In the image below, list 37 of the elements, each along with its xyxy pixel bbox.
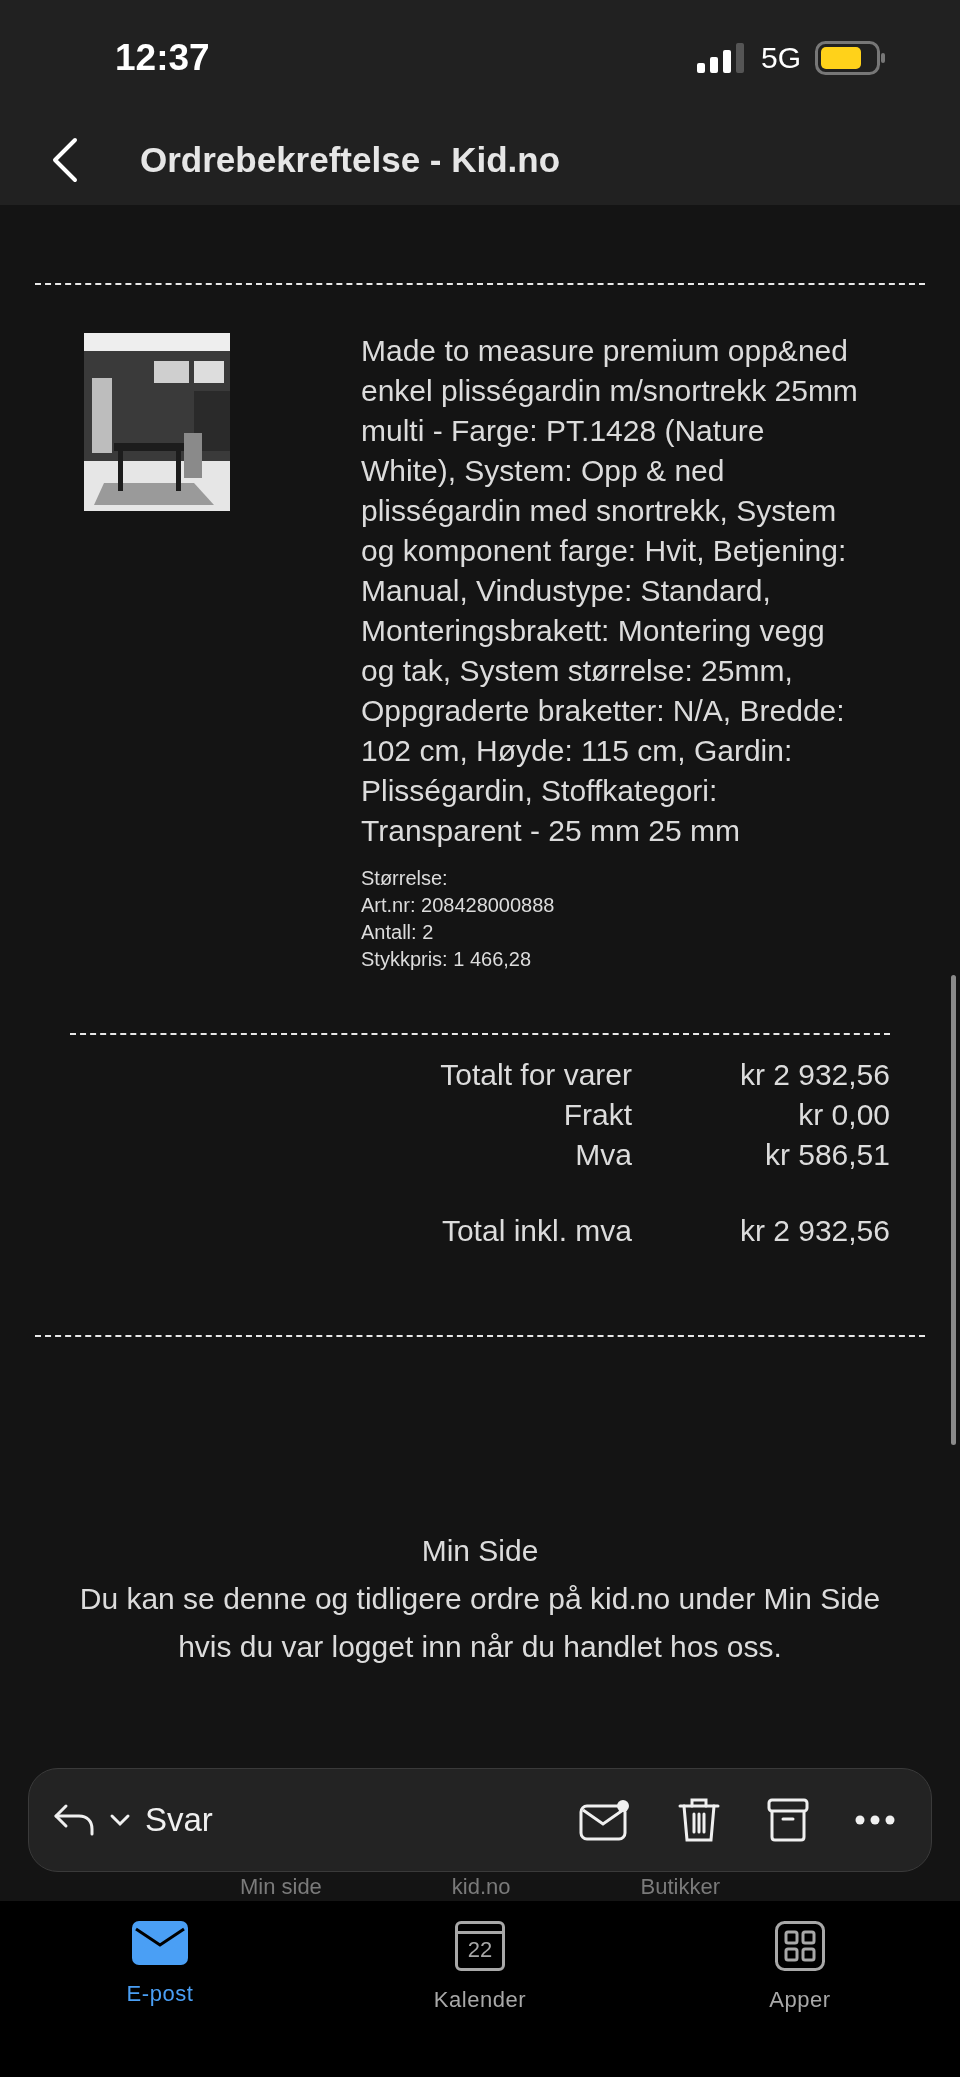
total-label: Frakt: [563, 1097, 632, 1133]
footer-link[interactable]: kid.no: [451, 1874, 511, 1899]
min-side-heading: Min Side: [421, 1533, 539, 1569]
window-title: Ordrebekreftelse - Kid.no: [140, 138, 561, 181]
archive-icon[interactable]: [767, 1797, 809, 1843]
total-label: Totalt for varer: [440, 1057, 632, 1093]
footer-link[interactable]: Butikker: [640, 1874, 721, 1899]
signal-icon: [696, 42, 747, 73]
unread-mail-icon[interactable]: [579, 1798, 631, 1842]
calendar-icon: 22: [455, 1921, 505, 1971]
trash-icon[interactable]: [677, 1796, 721, 1844]
more-icon[interactable]: [855, 1815, 895, 1825]
mail-icon: [132, 1921, 188, 1965]
product-detail: Størrelse:: [361, 866, 449, 891]
status-time: 12:37: [115, 35, 210, 80]
tab[interactable]: 22 Kalender: [320, 1901, 640, 2077]
total-value: kr 0,00: [797, 1097, 890, 1133]
back-chevron-icon: [52, 137, 78, 183]
total-value: kr 586,51: [763, 1137, 890, 1173]
reply-arrow-icon: [53, 1803, 95, 1837]
min-side-text: Du kan se denne og tidligere ordre på kid.no under Min Side hvis du var logget inn når du handlet hos oss.: [78, 1581, 882, 1665]
total-label: Mva: [575, 1137, 632, 1173]
tab[interactable]: Apper: [640, 1901, 960, 2077]
grand-total-value: kr 2 932,56: [738, 1213, 890, 1249]
product-detail: Antall: 2: [361, 920, 435, 945]
footer-link[interactable]: Min side: [239, 1874, 322, 1899]
tab[interactable]: E-post: [0, 1901, 320, 2077]
product-detail: Stykkpris: 1 466,28: [361, 947, 533, 972]
total-value: kr 2 932,56: [738, 1057, 890, 1093]
product-detail: Art.nr: 208428000888: [361, 893, 556, 918]
reply-button[interactable]: Svar: [53, 1795, 213, 1845]
network-label: 5G: [760, 40, 801, 76]
battery-icon: [815, 40, 885, 75]
grand-total-label: Total inkl. mva: [441, 1213, 632, 1249]
chevron-down-icon: [109, 1813, 131, 1827]
apps-grid-icon: [775, 1921, 825, 1971]
product-description: Made to measure premium opp&ned enkel plisségardin m/snortrekk 25mm multi - Farge: PT.1428 (Nature White), System: Opp & ned plisségardin med snortrekk, System og komponent farge: Hvit, Betjening: Manual, Vindustype: Standard, Monteringsbrakett: Montering vegg og tak, System størrelse: 25mm, Oppgraderte braketter: N/A, Bredde: 102 cm, Høyde: 115 cm, Gardin: Plisségardin, Stoffkategori: Transparent - 25 mm 25 mm: [361, 333, 859, 849]
